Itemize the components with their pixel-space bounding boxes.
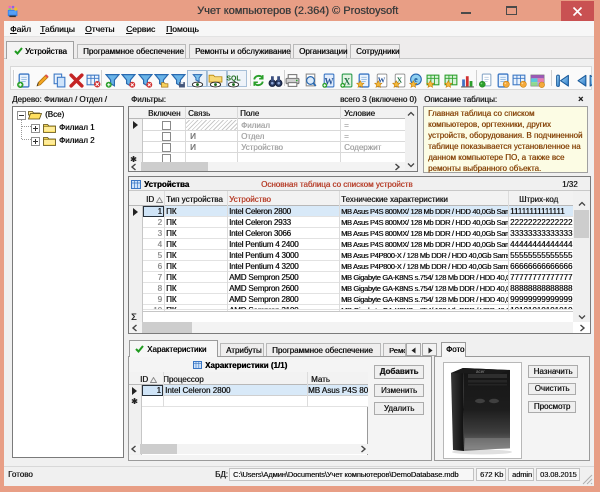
svg-text:acer: acer bbox=[476, 369, 485, 374]
svg-text:SQL: SQL bbox=[226, 76, 241, 83]
